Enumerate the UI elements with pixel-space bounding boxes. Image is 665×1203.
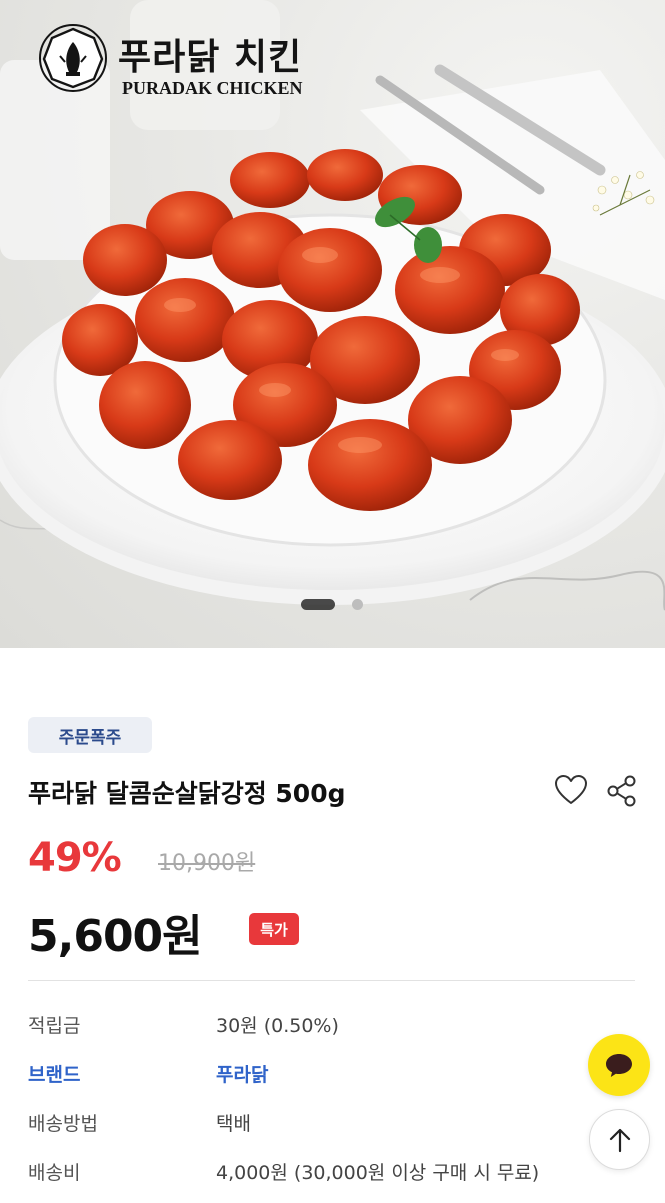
info-row-points: 적립금 30원 (0.50%): [28, 1011, 628, 1039]
wishlist-button[interactable]: [553, 773, 589, 807]
brand-logo: 푸라닭 치킨 PURADAK CHICKEN: [38, 22, 308, 108]
info-value: 30원 (0.50%): [216, 1015, 339, 1037]
info-row-shipping-method: 배송방법 택배: [28, 1109, 628, 1137]
share-button[interactable]: [604, 773, 640, 809]
discount-rate: 49%: [28, 835, 122, 881]
original-price: 10,900원: [158, 851, 256, 876]
brand-emblem-icon: [39, 24, 107, 92]
info-label: 적립금: [28, 1015, 81, 1037]
brand-name-english: PURADAK CHICKEN: [122, 78, 303, 98]
share-icon: [607, 775, 636, 807]
divider: [28, 980, 635, 981]
info-value: 택배: [216, 1113, 251, 1135]
brand-name-korean: 푸라닭 치킨: [118, 37, 303, 78]
info-label: 배송방법: [28, 1113, 98, 1135]
special-offer-badge: 특가: [249, 913, 299, 945]
info-label: 배송비: [28, 1162, 81, 1184]
pager-dot[interactable]: [352, 599, 363, 610]
kakao-chat-button[interactable]: [588, 1034, 650, 1096]
product-title: 푸라닭 달콤순살닭강정 500g: [28, 779, 346, 808]
sale-price: 5,600원: [28, 911, 203, 962]
pager-dot-active[interactable]: [301, 599, 335, 610]
info-row-brand: 브랜드 푸라닭: [28, 1060, 628, 1088]
info-value: 4,000원 (30,000원 이상 구매 시 무료): [216, 1162, 540, 1184]
kakao-chat-icon: [606, 1054, 632, 1077]
info-label: 브랜드: [28, 1064, 81, 1086]
info-row-shipping-fee: 배송비 4,000원 (30,000원 이상 구매 시 무료): [28, 1158, 628, 1186]
brand-link[interactable]: 푸라닭: [216, 1060, 268, 1087]
arrow-up-icon: [609, 1128, 630, 1152]
scroll-to-top-button[interactable]: [589, 1109, 650, 1170]
product-image-carousel[interactable]: 푸라닭 치킨 PURADAK CHICKEN: [0, 0, 665, 648]
heart-icon: [555, 775, 587, 804]
carousel-pager: [0, 597, 665, 611]
status-badge: 주문폭주: [28, 717, 152, 753]
